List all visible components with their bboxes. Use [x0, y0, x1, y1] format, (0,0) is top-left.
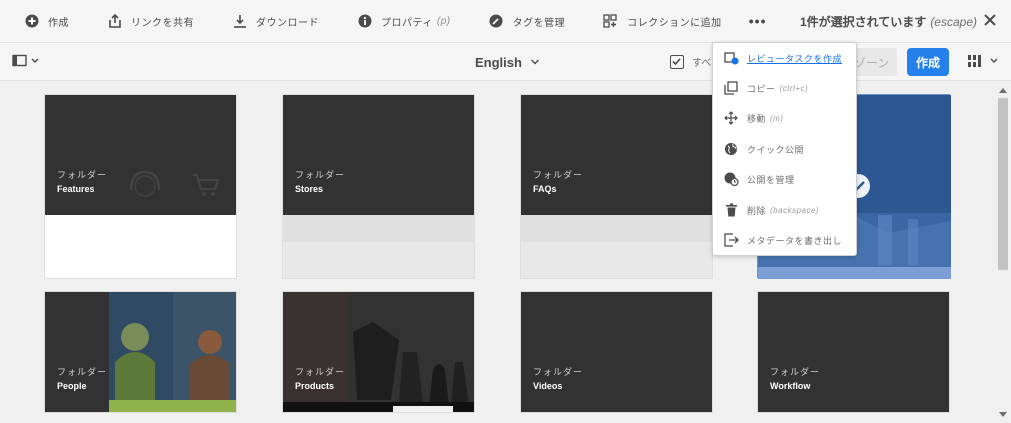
- card-thumbnail: フォルダー Features: [45, 95, 236, 215]
- products-thumbnail-art: [283, 292, 474, 412]
- selection-escape-hint: (escape): [930, 14, 977, 29]
- check-icon: [672, 57, 681, 65]
- more-actions-menu: レビュータスクを作成 コピー (ctrl+c) 移動 (m) クイック公開 公開…: [712, 42, 857, 256]
- scroll-thumb[interactable]: [998, 98, 1008, 270]
- copy-icon: [723, 80, 739, 96]
- manage-tags-action[interactable]: タグを管理: [465, 0, 580, 43]
- export-icon: [723, 232, 739, 248]
- menu-item-label: コピー: [747, 83, 776, 94]
- card-thumbnail: フォルダー Stores: [283, 95, 474, 215]
- menu-item-shortcut: (backspace): [770, 205, 820, 215]
- globe-clock-icon: [723, 171, 739, 187]
- plus-circle-icon: [24, 14, 39, 29]
- card-title: Videos: [533, 381, 563, 391]
- more-actions-button[interactable]: •••: [744, 0, 772, 43]
- assets-console: 作成 リンクを共有 ダウンロード プロパティ (p) タグを管理 コレクションに…: [0, 0, 1011, 423]
- scroll-up-arrow[interactable]: [999, 88, 1007, 93]
- properties-label: プロパティ: [381, 17, 433, 29]
- menu-item-label: 公開を管理: [747, 174, 795, 185]
- card-title: Stores: [295, 184, 324, 194]
- card-type-label: フォルダー: [57, 367, 108, 377]
- menu-item-delete[interactable]: 削除 (backspace): [713, 195, 858, 225]
- card-title: Features: [57, 184, 95, 194]
- menu-item-label: 移動: [747, 113, 767, 124]
- download-label: ダウンロード: [256, 17, 319, 29]
- folder-card-stores[interactable]: フォルダー Stores: [282, 94, 475, 279]
- menu-item-copy[interactable]: コピー (ctrl+c): [713, 73, 858, 103]
- folder-card-people[interactable]: フォルダー People: [44, 291, 237, 413]
- view-switcher[interactable]: [966, 54, 1000, 68]
- selection-action-bar: 作成 リンクを共有 ダウンロード プロパティ (p) タグを管理 コレクションに…: [0, 0, 1011, 43]
- vertical-scrollbar[interactable]: [995, 82, 1011, 423]
- card-type-label: フォルダー: [770, 367, 821, 377]
- add-to-collection-label: コレクションに追加: [627, 17, 722, 29]
- download-action[interactable]: ダウンロード: [208, 0, 333, 43]
- card-thumbnail: フォルダー Videos: [521, 292, 712, 412]
- add-to-collection-action[interactable]: コレクションに追加: [579, 0, 736, 43]
- folder-card-products[interactable]: フォルダー Products: [282, 291, 475, 413]
- select-all-checkbox[interactable]: [670, 54, 684, 69]
- menu-item-create-review-task[interactable]: レビュータスクを作成: [713, 43, 858, 73]
- select-all-label: すべ: [692, 58, 712, 69]
- collection-add-icon: [603, 14, 618, 29]
- card-view-icon: [968, 55, 998, 67]
- tag-icon: [489, 14, 504, 29]
- menu-item-quick-publish[interactable]: クイック公開: [713, 134, 858, 164]
- card-title: Workflow: [770, 381, 811, 391]
- share-link-action[interactable]: リンクを共有: [83, 0, 208, 43]
- info-icon: [357, 14, 372, 29]
- menu-item-export-metadata[interactable]: メタデータを書き出し: [713, 225, 858, 255]
- move-icon: [723, 110, 739, 126]
- folder-card-features[interactable]: フォルダー Features: [44, 94, 237, 279]
- create-action[interactable]: 作成: [0, 0, 83, 43]
- features-thumbnail-art: [129, 170, 220, 197]
- people-thumbnail-art: [109, 292, 236, 412]
- menu-item-shortcut: (ctrl+c): [779, 83, 809, 93]
- content-toolbar: English すべ ゾーン 作成: [0, 43, 1011, 81]
- card-type-label: フォルダー: [57, 170, 108, 180]
- rail-toggle-button[interactable]: [12, 54, 40, 68]
- properties-action[interactable]: プロパティ (p): [333, 0, 465, 43]
- menu-item-label: 削除: [747, 205, 767, 216]
- selection-count-text: 1件が選択されています: [799, 15, 927, 29]
- card-title: People: [57, 381, 87, 391]
- globe-icon: [723, 141, 739, 157]
- menu-item-move[interactable]: 移動 (m): [713, 103, 858, 133]
- folder-card-faqs[interactable]: フォルダー FAQs: [520, 94, 713, 279]
- scroll-down-arrow[interactable]: [999, 412, 1007, 417]
- card-type-label: フォルダー: [295, 367, 346, 377]
- select-all-control[interactable]: すべ: [670, 54, 711, 69]
- card-title: FAQs: [533, 184, 557, 194]
- card-type-label: フォルダー: [533, 170, 584, 180]
- properties-shortcut: (p): [436, 15, 451, 27]
- language-label: English: [475, 54, 522, 70]
- card-thumbnail: フォルダー People: [45, 292, 236, 412]
- menu-item-shortcut: (m): [770, 113, 784, 123]
- menu-item-manage-publication[interactable]: 公開を管理: [713, 164, 858, 194]
- review-task-icon: [723, 50, 739, 66]
- chevron-down-icon: [530, 59, 539, 65]
- download-icon: [232, 14, 247, 29]
- rail-toggle-icon: [12, 54, 39, 67]
- menu-item-label: クイック公開: [747, 144, 805, 155]
- card-thumbnail: フォルダー FAQs: [521, 95, 712, 215]
- menu-item-label: メタデータを書き出し: [747, 235, 843, 246]
- create-action-label: 作成: [48, 17, 69, 29]
- language-selector[interactable]: English: [475, 43, 540, 81]
- card-type-label: フォルダー: [295, 170, 346, 180]
- create-button[interactable]: 作成: [907, 48, 949, 76]
- manage-tags-label: タグを管理: [512, 17, 566, 29]
- share-link-label: リンクを共有: [131, 17, 194, 29]
- card-type-label: フォルダー: [533, 367, 584, 377]
- card-title: Products: [295, 381, 335, 391]
- folder-card-workflow[interactable]: フォルダー Workflow: [757, 291, 950, 413]
- card-thumbnail: フォルダー Products: [283, 292, 474, 412]
- trash-icon: [723, 202, 739, 218]
- card-thumbnail: フォルダー Workflow: [758, 292, 949, 412]
- folder-card-videos[interactable]: フォルダー Videos: [520, 291, 713, 413]
- menu-item-label: レビュータスクを作成: [747, 53, 843, 64]
- close-selection-icon[interactable]: [983, 13, 999, 29]
- share-icon: [107, 14, 122, 29]
- selection-status: 1件が選択されています (escape): [800, 0, 977, 43]
